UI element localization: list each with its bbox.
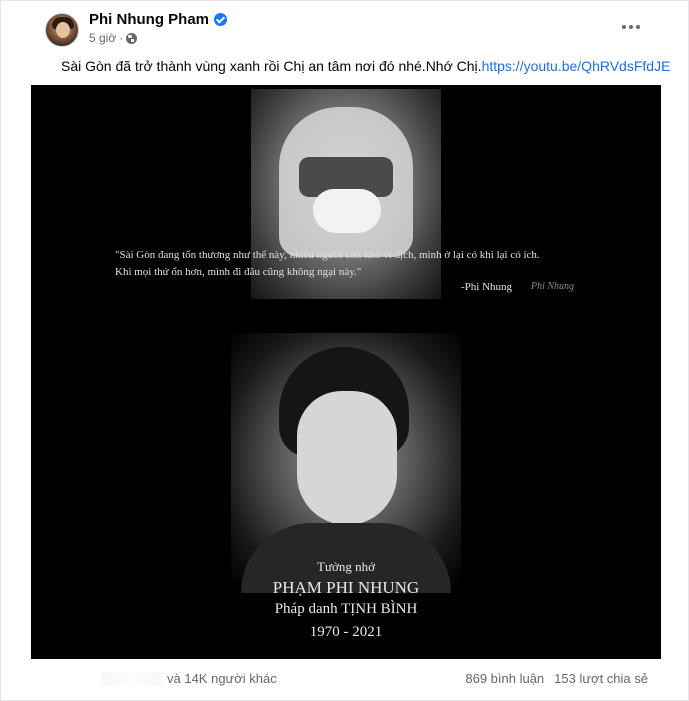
engagement-counts: 869 bình luận 153 lượt chia sẻ <box>465 671 648 686</box>
quote-line-2: Khi mọi thứ ổn hơn, mình đi đâu cũng khô… <box>115 266 362 278</box>
quote-line-1: "Sài Gòn đang tổn thương như thế này, nh… <box>115 249 540 261</box>
more-dot-icon <box>622 25 626 29</box>
post-header: Phi Nhung Pham 5 giờ · <box>45 9 685 49</box>
post-message: Sài Gòn đã trở thành vùng xanh rồi Chị a… <box>61 58 482 74</box>
author-line: Phi Nhung Pham <box>89 11 227 28</box>
facebook-post: Phi Nhung Pham 5 giờ · Sài Gòn đã trở th… <box>0 0 689 701</box>
post-time[interactable]: 5 giờ <box>89 31 116 45</box>
author-name[interactable]: Phi Nhung Pham <box>89 11 209 28</box>
memorial-text: Tưởng nhớ PHẠM PHI NHUNG Pháp danh TỊNH … <box>31 559 661 643</box>
blurred-name <box>101 671 163 686</box>
globe-icon[interactable] <box>126 32 138 44</box>
quote-author: -Phi Nhung <box>461 281 513 293</box>
verified-badge-icon <box>214 13 227 26</box>
memorial-name: PHẠM PHI NHUNG <box>272 578 420 597</box>
memorial-dharma-name: Pháp danh TỊNH BÌNH <box>274 601 418 617</box>
reactions-summary[interactable]: và 14K người khác <box>101 671 277 686</box>
more-options-button[interactable] <box>617 15 645 39</box>
post-meta: 5 giờ · <box>89 31 138 45</box>
post-text: Sài Gòn đã trở thành vùng xanh rồi Chị a… <box>61 57 681 75</box>
comments-count[interactable]: 869 bình luận <box>465 671 544 686</box>
memorial-line-1: Tưởng nhớ <box>317 559 375 574</box>
memorial-years: 1970 - 2021 <box>309 624 383 640</box>
author-avatar[interactable] <box>45 13 79 47</box>
more-dot-icon <box>636 25 640 29</box>
post-image[interactable]: "Sài Gòn đang tổn thương như thế này, nh… <box>31 85 661 659</box>
youtube-link[interactable]: https://youtu.be/QhRVdsFfdJE <box>482 58 671 74</box>
mask-shape <box>313 189 381 233</box>
signature: Phi Nhung <box>531 281 575 292</box>
avatar-face <box>56 22 70 38</box>
reactions-text: và 14K người khác <box>167 671 277 686</box>
portrait-face <box>297 391 397 525</box>
post-footer: và 14K người khác 869 bình luận 153 lượt… <box>1 665 689 693</box>
quote-text: "Sài Gòn đang tổn thương như thế này, nh… <box>115 247 615 281</box>
portrait-photo <box>231 333 461 593</box>
shares-count[interactable]: 153 lượt chia sẻ <box>554 671 648 686</box>
more-dot-icon <box>629 25 633 29</box>
meta-separator: · <box>119 31 124 45</box>
